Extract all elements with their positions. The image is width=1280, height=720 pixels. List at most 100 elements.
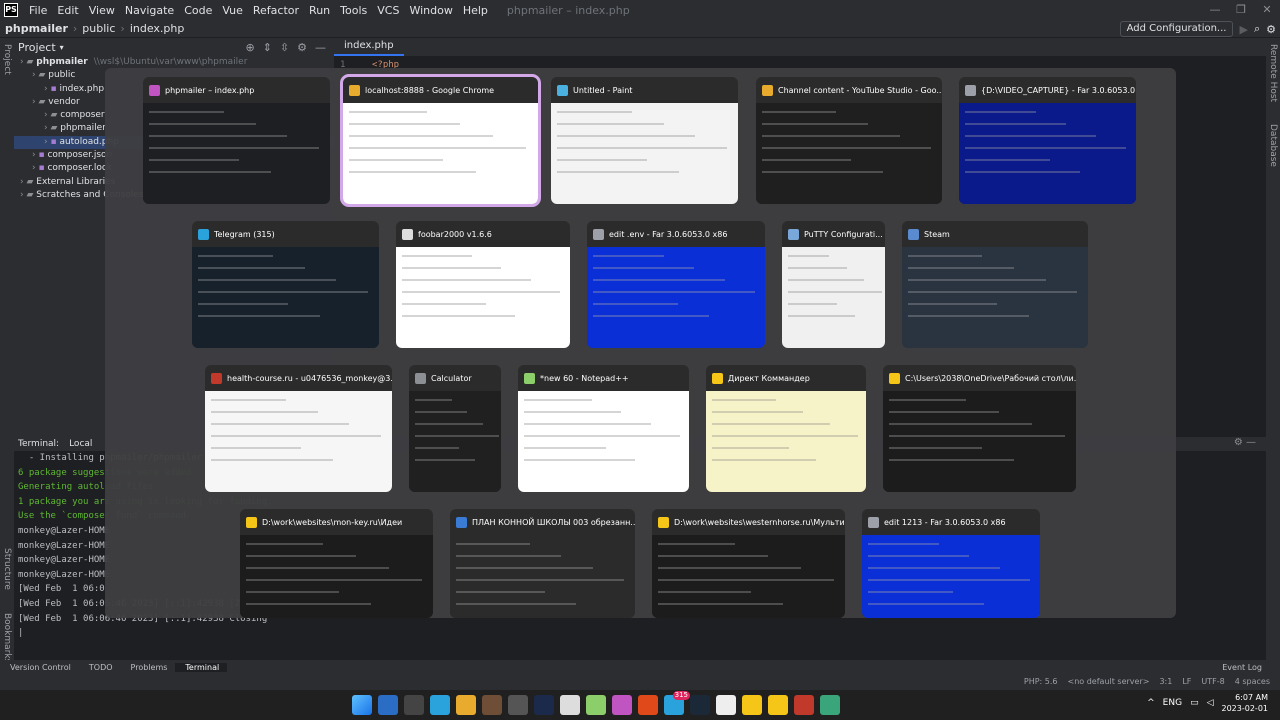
search-icon[interactable]: ⌕: [1254, 22, 1260, 36]
window-thumbnail[interactable]: Calculator: [409, 365, 501, 492]
window-thumbnail-title: D:\work\websites\mon-key.ru\Идеи: [262, 517, 403, 527]
opera-taskbar-icon[interactable]: [638, 695, 658, 715]
window-thumbnail[interactable]: C:\Users\2038\OneDrive\Рабочий стол\ли..…: [883, 365, 1076, 492]
todo-tab[interactable]: TODO: [79, 663, 121, 672]
status-item[interactable]: UTF-8: [1201, 677, 1224, 686]
breadcrumb-project[interactable]: phpmailer: [0, 22, 73, 35]
window-thumbnail[interactable]: Steam: [902, 221, 1088, 348]
terminal-tab-local[interactable]: Local: [69, 439, 92, 449]
window-thumbnail[interactable]: edit .env - Far 3.0.6053.0 x86: [587, 221, 765, 348]
window-thumbnail[interactable]: *new 60 - Notepad++: [518, 365, 689, 492]
collapse-all-icon[interactable]: ⇳: [280, 41, 289, 54]
menu-item-refactor[interactable]: Refactor: [248, 4, 304, 17]
event-log-button[interactable]: Event Log: [1212, 663, 1270, 672]
preview-line: [402, 267, 502, 269]
status-item[interactable]: 3:1: [1159, 677, 1172, 686]
yandex-taskbar-icon[interactable]: [716, 695, 736, 715]
window-thumbnail-header: Calculator: [409, 365, 501, 391]
window-thumbnail[interactable]: phpmailer – index.php: [143, 77, 330, 204]
breadcrumb-folder[interactable]: public: [77, 22, 120, 35]
window-preview: [396, 247, 570, 348]
terminal-settings-icon[interactable]: ⚙ —: [1234, 437, 1256, 448]
minimize-icon[interactable]: —: [1202, 0, 1228, 20]
start-taskbar-icon[interactable]: [352, 695, 372, 715]
hide-icon[interactable]: —: [315, 41, 326, 54]
terminal-taskbar-icon[interactable]: [404, 695, 424, 715]
window-thumbnail[interactable]: PuTTY Configurati...: [782, 221, 885, 348]
add-configuration-button[interactable]: Add Configuration...: [1119, 21, 1234, 37]
system-tray: ^ ENG ▭ ◁ 6:07 AM 2023-02-01: [1147, 692, 1268, 714]
preview-line: [349, 135, 494, 137]
window-thumbnail[interactable]: health-course.ru - u0476536_monkey@3...: [205, 365, 392, 492]
window-thumbnail[interactable]: Untitled - Paint: [551, 77, 738, 204]
language-indicator[interactable]: ENG: [1163, 698, 1182, 708]
project-panel-title[interactable]: Project: [18, 41, 56, 54]
status-item[interactable]: PHP: 5.6: [1024, 677, 1058, 686]
notepad-taskbar-icon[interactable]: [586, 695, 606, 715]
window-thumbnail[interactable]: Директ Коммандер: [706, 365, 866, 492]
problems-tab[interactable]: Problems: [121, 663, 176, 672]
folder-taskbar-icon[interactable]: [742, 695, 762, 715]
chrome-taskbar-icon[interactable]: [456, 695, 476, 715]
menu-item-tools[interactable]: Tools: [335, 4, 372, 17]
menu-item-vue[interactable]: Vue: [217, 4, 248, 17]
remote-host-tool-button[interactable]: Remote Host: [1268, 44, 1278, 102]
clock[interactable]: 6:07 AM 2023-02-01: [1222, 692, 1269, 714]
status-item[interactable]: 4 spaces: [1235, 677, 1270, 686]
photoshop-taskbar-icon[interactable]: [534, 695, 554, 715]
chevron-down-icon[interactable]: ▾: [60, 43, 64, 52]
preview-line: [198, 279, 337, 281]
monitor-taskbar-icon[interactable]: [430, 695, 450, 715]
explorer-alt-taskbar-icon[interactable]: [378, 695, 398, 715]
calculator-taskbar-icon[interactable]: [508, 695, 528, 715]
steam-taskbar-icon[interactable]: [690, 695, 710, 715]
window-title: phpmailer – index.php: [506, 3, 630, 17]
window-controls: — ❐ ✕: [1202, 0, 1280, 20]
menu-item-navigate[interactable]: Navigate: [120, 4, 179, 17]
menu-item-file[interactable]: File: [24, 4, 52, 17]
foobar-taskbar-icon[interactable]: [560, 695, 580, 715]
database-tool-button[interactable]: Database: [1268, 124, 1278, 167]
menu-item-help[interactable]: Help: [458, 4, 493, 17]
expand-all-icon[interactable]: ⇕: [263, 41, 272, 54]
window-thumbnail[interactable]: D:\work\websites\westernhorse.ru\Мульти.…: [652, 509, 845, 618]
window-thumbnail[interactable]: localhost:8888 - Google Chrome: [340, 74, 541, 207]
menu-item-run[interactable]: Run: [304, 4, 335, 17]
project-tool-button[interactable]: Project: [2, 44, 12, 75]
total-commander-taskbar-icon[interactable]: [768, 695, 788, 715]
menu-item-code[interactable]: Code: [179, 4, 217, 17]
close-icon[interactable]: ✕: [1254, 0, 1280, 20]
settings-icon[interactable]: ⚙: [1266, 23, 1276, 36]
web-taskbar-icon[interactable]: [820, 695, 840, 715]
terminal-tab[interactable]: Terminal: [175, 663, 228, 672]
bookmarks-tool-button[interactable]: Bookmarks: [2, 613, 12, 663]
status-item[interactable]: LF: [1182, 677, 1191, 686]
breadcrumb-file[interactable]: index.php: [125, 22, 190, 35]
window-thumbnail[interactable]: Telegram (315): [192, 221, 379, 348]
app-icon: [593, 228, 604, 240]
preview-line: [965, 159, 1050, 161]
menu-item-view[interactable]: View: [84, 4, 120, 17]
window-thumbnail[interactable]: {D:\VIDEO_CAPTURE} - Far 3.0.6053.0 x86: [959, 77, 1136, 204]
run-icon[interactable]: ▶: [1239, 23, 1247, 36]
tray-overflow-icon[interactable]: ^: [1147, 698, 1155, 708]
gear-icon[interactable]: ⚙: [297, 41, 307, 54]
editor-tab-index-php[interactable]: index.php: [334, 37, 404, 56]
menu-item-window[interactable]: Window: [404, 4, 457, 17]
version-control-tab[interactable]: Version Control: [0, 663, 79, 672]
maximize-icon[interactable]: ❐: [1228, 0, 1254, 20]
status-item[interactable]: <no default server>: [1068, 677, 1150, 686]
window-thumbnail[interactable]: D:\work\websites\mon-key.ru\Идеи: [240, 509, 433, 618]
phpstorm-taskbar-icon[interactable]: [612, 695, 632, 715]
menu-item-vcs[interactable]: VCS: [372, 4, 404, 17]
filezilla-taskbar-icon[interactable]: [794, 695, 814, 715]
window-thumbnail[interactable]: edit 1213 - Far 3.0.6053.0 x86: [862, 509, 1040, 618]
menu-item-edit[interactable]: Edit: [52, 4, 83, 17]
window-thumbnail[interactable]: ПЛАН КОННОЙ ШКОЛЫ 003 обрезанн...: [450, 509, 635, 618]
window-thumbnail[interactable]: Channel content - YouTube Studio - Goo..…: [756, 77, 942, 204]
structure-tool-button[interactable]: Structure: [2, 548, 12, 590]
window-thumbnail[interactable]: foobar2000 v1.6.6: [396, 221, 570, 348]
locate-icon[interactable]: ⊕: [245, 41, 254, 54]
app-taskbar-icon[interactable]: [482, 695, 502, 715]
telegram-taskbar-icon[interactable]: 315: [664, 691, 690, 715]
